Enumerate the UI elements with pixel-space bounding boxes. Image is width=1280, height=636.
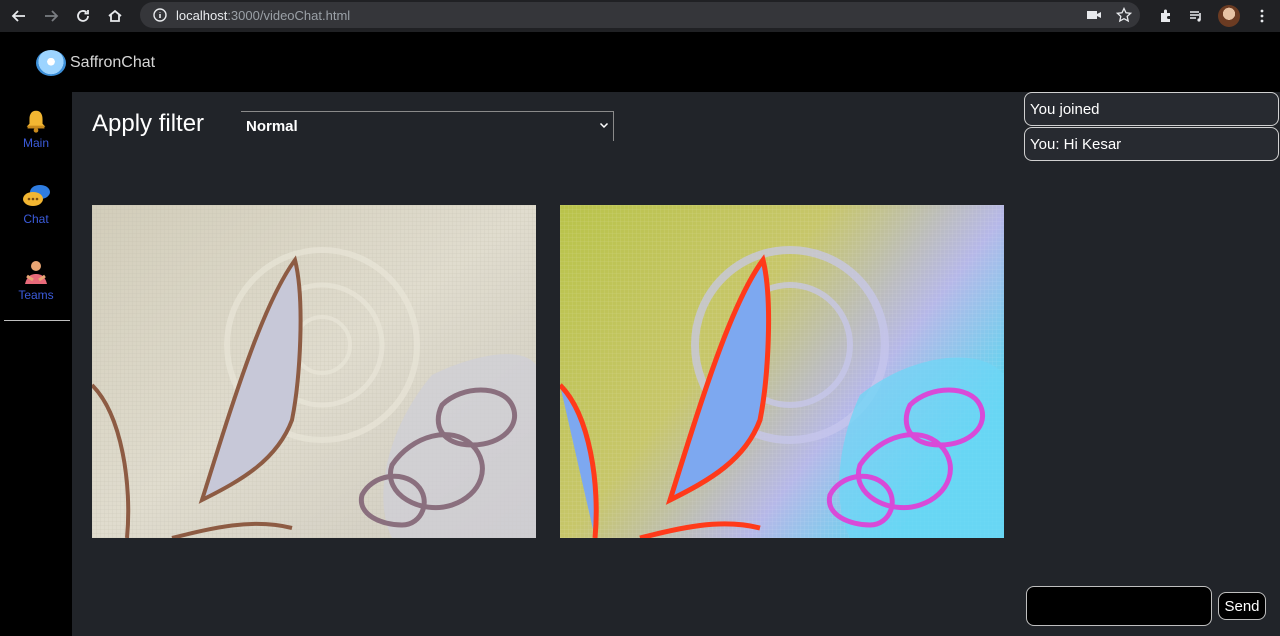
sidebar-item-main[interactable]: Main: [0, 106, 72, 166]
forward-button[interactable]: [38, 3, 64, 29]
chat-message: You: Hi Kesar: [1024, 127, 1279, 161]
app-header: SaffronChat: [0, 32, 1280, 92]
sidebar-divider: [4, 320, 70, 321]
home-icon: [108, 9, 122, 22]
local-video: [92, 205, 536, 538]
camera-icon[interactable]: [1086, 7, 1102, 23]
brand-logo-icon: [36, 50, 66, 76]
sidebar-item-teams[interactable]: Teams: [0, 258, 72, 318]
brand-name: SaffronChat: [70, 54, 156, 71]
filter-label: Apply filter: [92, 110, 205, 137]
info-icon[interactable]: [152, 7, 168, 23]
home-button[interactable]: [102, 3, 128, 29]
brand[interactable]: SaffronChat: [36, 50, 155, 76]
arrow-right-icon: [45, 10, 59, 22]
teams-icon: [21, 258, 51, 288]
back-button[interactable]: [6, 3, 32, 29]
more-menu-icon[interactable]: [1254, 8, 1270, 24]
browser-toolbar: localhost:3000/videoChat.html: [0, 0, 1280, 32]
reload-button[interactable]: [70, 3, 96, 29]
filtered-video: [560, 205, 1004, 538]
url-path: :3000/videoChat.html: [227, 7, 351, 23]
bell-icon: [21, 106, 51, 136]
send-button[interactable]: Send: [1218, 592, 1266, 620]
chat-message-input[interactable]: [1026, 586, 1212, 626]
sidebar-item-label: Main: [22, 136, 49, 150]
media-controls-icon[interactable]: [1188, 8, 1204, 24]
filter-select[interactable]: Normal: [241, 111, 614, 141]
video-panel: Apply filter Normal: [72, 92, 1280, 636]
sidebar-item-label: Teams: [18, 288, 54, 302]
extensions-icon[interactable]: [1158, 8, 1174, 24]
chat-message: You joined: [1024, 92, 1279, 126]
chevron-down-icon: [599, 122, 609, 129]
sidebar-item-chat[interactable]: Chat: [0, 182, 72, 242]
filter-selected-value: Normal: [246, 118, 298, 135]
address-bar[interactable]: localhost:3000/videoChat.html: [140, 2, 1140, 28]
reload-icon: [77, 10, 89, 22]
profile-avatar[interactable]: [1218, 5, 1240, 27]
arrow-left-icon: [11, 10, 25, 22]
sidebar-item-label: Chat: [23, 212, 49, 226]
sidebar: Main Chat Teams: [0, 92, 72, 636]
url-host: localhost: [176, 7, 228, 23]
chat-bubbles-icon: [21, 182, 51, 212]
star-icon[interactable]: [1116, 7, 1132, 23]
